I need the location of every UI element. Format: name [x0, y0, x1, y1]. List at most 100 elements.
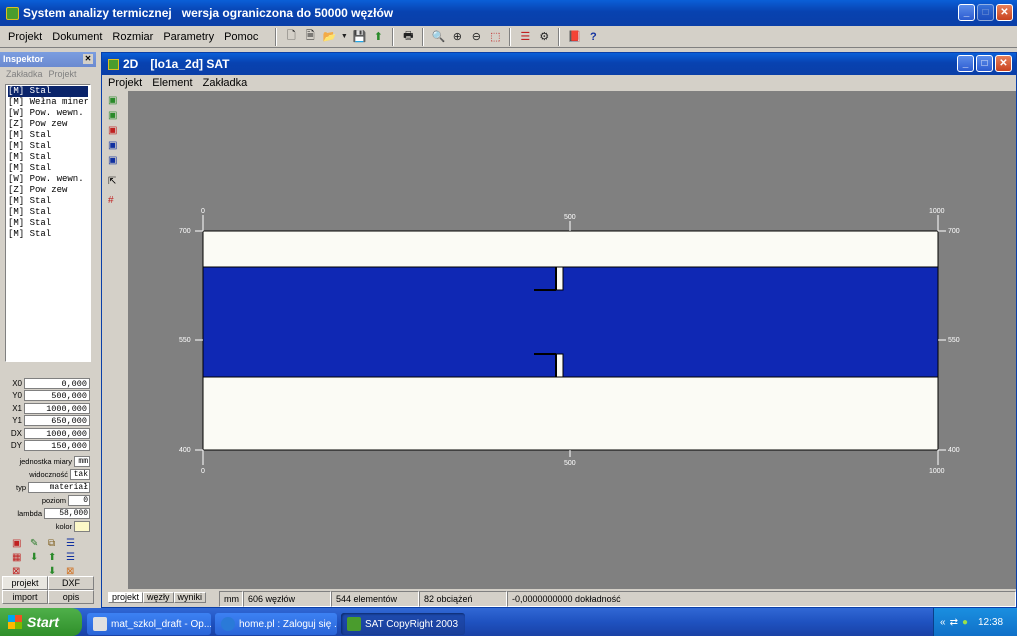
- grid-snap-icon[interactable]: #: [108, 195, 124, 206]
- list-item[interactable]: [M] Stal: [8, 229, 88, 240]
- list-item[interactable]: [M] Stal: [8, 207, 88, 218]
- list-item[interactable]: [M] Stal: [8, 130, 88, 141]
- y1-field[interactable]: 650,000: [24, 415, 90, 427]
- new-page-icon[interactable]: 🗎: [302, 29, 318, 45]
- dropdown-arrow-icon[interactable]: ▼: [340, 29, 348, 45]
- move-down-icon[interactable]: ⬇: [30, 552, 46, 563]
- zoom-out-icon[interactable]: ⊖: [468, 29, 484, 45]
- doc-close-button[interactable]: ✕: [995, 55, 1012, 72]
- tab-import[interactable]: import: [2, 590, 48, 604]
- menu-rozmiar[interactable]: Rozmiar: [112, 31, 153, 43]
- lambda-field[interactable]: 58,000: [44, 508, 90, 520]
- tab-opis[interactable]: opis: [48, 590, 94, 604]
- doc-menu-element[interactable]: Element: [152, 77, 192, 89]
- tray-arrow-icon[interactable]: «: [940, 617, 946, 628]
- list-item[interactable]: [Z] Pow zew: [8, 185, 88, 196]
- type-field[interactable]: materiał: [28, 482, 90, 494]
- menu-pomoc[interactable]: Pomoc: [224, 31, 258, 43]
- menu-dokument[interactable]: Dokument: [52, 31, 102, 43]
- minimize-button[interactable]: _: [958, 4, 975, 21]
- menu-projekt[interactable]: Projekt: [8, 31, 42, 43]
- document-window: 2D [lo1a_2d] SAT _ □ ✕ Projekt Element Z…: [101, 52, 1017, 608]
- doc-menu-projekt[interactable]: Projekt: [108, 77, 142, 89]
- level-field[interactable]: 0: [68, 495, 90, 507]
- x0-field[interactable]: 0,000: [24, 377, 90, 389]
- export-icon[interactable]: ⬆: [370, 29, 386, 45]
- list-item[interactable]: [M] Stal: [8, 163, 88, 174]
- list-item[interactable]: [M] Stal: [8, 141, 88, 152]
- toolbar: 🗋 🗎 📂 ▼ 💾 ⬆ 🖶 🔍 ⊕ ⊖ ⬚ ☰ ⚙ 📕 ?: [272, 27, 601, 47]
- draw-element-icon[interactable]: ▣: [108, 125, 124, 136]
- draw-rectangle-icon[interactable]: ▣: [108, 95, 124, 106]
- select-pointer-icon[interactable]: ⇱: [108, 176, 124, 187]
- steel-region[interactable]: [202, 266, 939, 378]
- list-item[interactable]: [M] Stal: [8, 218, 88, 229]
- doc-maximize-button[interactable]: □: [976, 55, 993, 72]
- menu-parametry[interactable]: Parametry: [163, 31, 214, 43]
- inspector-close-icon[interactable]: ✕: [83, 54, 93, 64]
- open-folder-icon[interactable]: 📂: [321, 29, 337, 45]
- add-material-icon[interactable]: ▣: [12, 538, 28, 549]
- maximize-button[interactable]: □: [977, 4, 994, 21]
- list-icon[interactable]: ☰: [66, 538, 82, 549]
- zoom-fit-icon[interactable]: ⬚: [487, 29, 503, 45]
- layers-icon[interactable]: ☰: [517, 29, 533, 45]
- y0-field[interactable]: 500,000: [24, 390, 90, 402]
- book-icon[interactable]: 📕: [566, 29, 582, 45]
- color-swatch[interactable]: [74, 521, 90, 533]
- tab-view-wyniki[interactable]: wyniki: [173, 592, 207, 603]
- tab-view-projekt[interactable]: projekt: [108, 592, 144, 603]
- unit-field[interactable]: mm: [74, 456, 90, 468]
- draw-mesh-icon[interactable]: ▣: [108, 155, 124, 166]
- task-mat-szkol[interactable]: mat_szkol_draft - Op...: [87, 613, 211, 635]
- grid-icon[interactable]: ▦: [12, 552, 28, 563]
- gap-top[interactable]: [555, 266, 564, 291]
- edit-material-icon[interactable]: ✎: [30, 538, 46, 549]
- save-icon[interactable]: 💾: [351, 29, 367, 45]
- zoom-in-icon[interactable]: 🔍: [430, 29, 446, 45]
- draw-node-icon[interactable]: ▣: [108, 110, 124, 121]
- top-x-label-0: 0: [201, 208, 205, 215]
- move-up-icon[interactable]: ⬆: [48, 552, 64, 563]
- task-home-pl[interactable]: home.pl : Zaloguj się ...: [215, 613, 337, 635]
- new-document-icon[interactable]: 🗋: [283, 29, 299, 45]
- tab-dxf[interactable]: DXF: [48, 576, 94, 590]
- inspector-tab-projekt[interactable]: Projekt: [49, 69, 77, 80]
- list-item[interactable]: [Z] Pow zew: [8, 119, 88, 130]
- x1-field[interactable]: 1000,000: [24, 402, 90, 414]
- start-button[interactable]: Start: [0, 608, 82, 636]
- main-menu-toolbar: Projekt Dokument Rozmiar Parametry Pomoc…: [0, 26, 1017, 48]
- tab-projekt[interactable]: projekt: [2, 576, 48, 590]
- tools-icon[interactable]: ⚙: [536, 29, 552, 45]
- dx-field[interactable]: 1000,000: [24, 427, 90, 439]
- help-icon[interactable]: ?: [585, 29, 601, 45]
- draw-boundary-icon[interactable]: ▣: [108, 140, 124, 151]
- list-item[interactable]: [M] Wełna mineralna: [8, 97, 88, 108]
- list-item[interactable]: [M] Stal: [8, 196, 88, 207]
- inspector-tab-zakladka[interactable]: Zakładka: [6, 69, 43, 80]
- doc-menu-zakladka[interactable]: Zakładka: [203, 77, 248, 89]
- network-icon[interactable]: ⇄: [950, 617, 958, 628]
- print-icon[interactable]: 🖶: [400, 29, 416, 45]
- zoom-window-icon[interactable]: ⊕: [449, 29, 465, 45]
- gap-bottom[interactable]: [555, 353, 564, 378]
- drawing-canvas[interactable]: 0 500 1000 0 500 1000 700 550 400 700 55…: [128, 91, 1016, 589]
- list-item[interactable]: [M] Stal: [8, 86, 88, 97]
- list-item[interactable]: [M] Stal: [8, 152, 88, 163]
- inspector-item-list[interactable]: [M] Stal [M] Wełna mineralna [W] Pow. we…: [5, 84, 91, 362]
- doc-minimize-button[interactable]: _: [957, 55, 974, 72]
- list-item[interactable]: [W] Pow. wewn.: [8, 174, 88, 185]
- upper-air-region[interactable]: [202, 230, 939, 268]
- security-icon[interactable]: ●: [962, 617, 968, 628]
- color-label: kolor: [55, 522, 72, 532]
- copy-material-icon[interactable]: ⧉: [48, 538, 64, 549]
- close-button[interactable]: ✕: [996, 4, 1013, 21]
- lower-air-region[interactable]: [202, 376, 939, 451]
- visibility-field[interactable]: tak: [70, 469, 90, 481]
- tab-view-wezly[interactable]: węzły: [143, 592, 174, 603]
- list-item[interactable]: [W] Pow. wewn.: [8, 108, 88, 119]
- task-sat[interactable]: SAT CopyRight 2003: [341, 613, 465, 635]
- dx-label: DX: [10, 428, 22, 438]
- list-alt-icon[interactable]: ☰: [66, 552, 82, 563]
- dy-field[interactable]: 150,000: [24, 440, 90, 452]
